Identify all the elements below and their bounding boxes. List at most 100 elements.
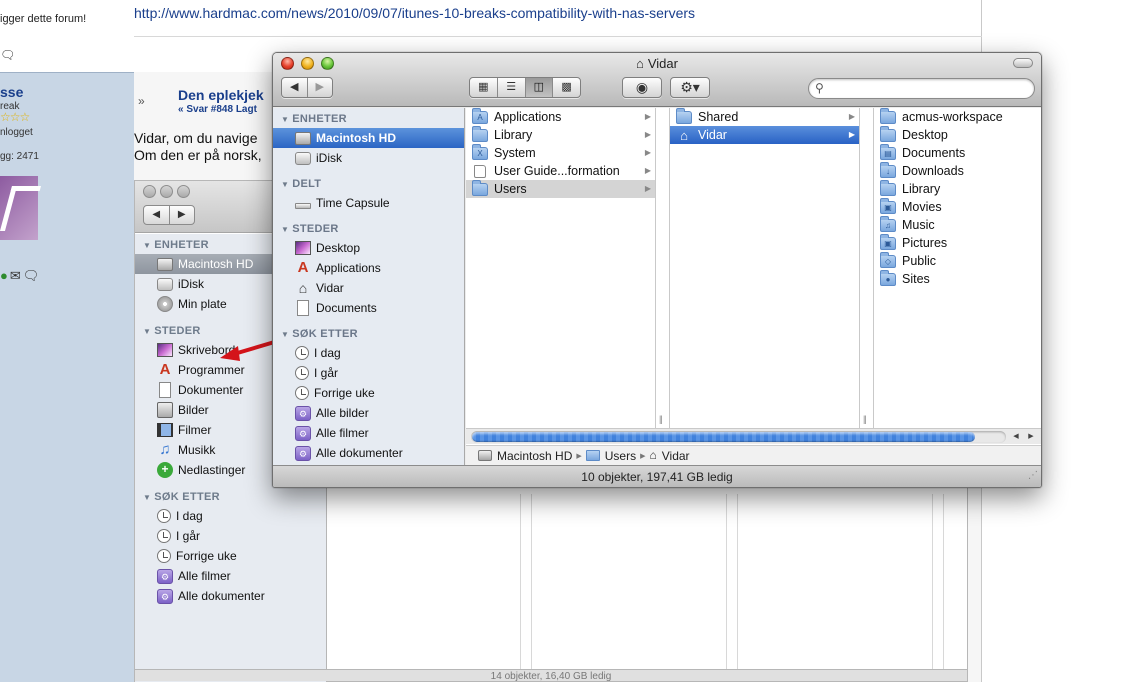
pictures-icon: [157, 402, 173, 418]
path-item-macintosh-hd[interactable]: Macintosh HD: [478, 449, 572, 463]
sidebar-item-time-capsule[interactable]: Time Capsule: [273, 193, 464, 213]
coverflow-view-button[interactable]: ▩: [552, 78, 580, 97]
list-item-documents[interactable]: ▤ Documents: [874, 143, 1041, 162]
clock-icon: [295, 366, 309, 380]
home-icon: ⌂: [649, 448, 657, 462]
icon-view-button[interactable]: ▦: [470, 78, 497, 97]
list-item-downloads[interactable]: ↓ Downloads: [874, 161, 1041, 180]
forum-post-body: Vidar, om du navige Om den er på norsk,: [134, 130, 262, 164]
finder-toolbar: ⌂ Vidar ◀ ▶ ▦ ☰ ◫ ▩ ◉ ⚙▾ ⚲: [273, 53, 1041, 107]
list-item-sites[interactable]: ● Sites: [874, 269, 1041, 288]
sidebar-item-desktop[interactable]: Desktop: [273, 238, 464, 258]
disclosure-arrow-icon: ▶: [848, 112, 855, 121]
forum-user-panel: [0, 72, 134, 682]
mail-icon[interactable]: ✉: [10, 268, 23, 283]
scroll-right-button[interactable]: ▶: [1024, 431, 1038, 443]
sidebar-item-i-gar: I går: [135, 526, 326, 546]
list-item-music[interactable]: ♫ Music: [874, 215, 1041, 234]
sidebar-item-forrige-uke[interactable]: Forrige uke: [273, 383, 464, 403]
sidebar-item-vidar[interactable]: ⌂ Vidar: [273, 278, 464, 298]
list-item-pictures[interactable]: ▣ Pictures: [874, 233, 1041, 252]
scroll-thumb[interactable]: [472, 432, 975, 442]
list-item-desktop[interactable]: Desktop: [874, 125, 1041, 144]
list-item-vidar[interactable]: ⌂ Vidar ▶: [670, 126, 859, 144]
folder-icon: [676, 107, 692, 124]
sidebar-item-alle-bilder[interactable]: ⚙ Alle bilder: [273, 403, 464, 423]
globe-icon[interactable]: ●: [0, 268, 10, 283]
speech-bubble-icon[interactable]: 🗨: [23, 268, 42, 283]
search-input[interactable]: [831, 81, 1026, 97]
sidebar-item-alle-dokumenter[interactable]: ⚙ Alle dokumenter: [273, 443, 464, 463]
clock-icon: [157, 509, 171, 523]
list-item-user-guide[interactable]: User Guide...formation ▶: [466, 162, 655, 180]
scroll-left-button[interactable]: ◀: [1009, 431, 1023, 443]
rank-stars-icon: ☆☆☆: [0, 110, 30, 124]
back-arrow-icon: ◀: [144, 206, 170, 224]
action-menu-button[interactable]: ⚙▾: [670, 77, 710, 98]
forum-contact-icons[interactable]: ●✉🗨: [0, 268, 41, 284]
hard-drive-icon: [157, 257, 173, 271]
forum-divider: [134, 36, 982, 37]
list-item-library[interactable]: Library ▶: [466, 125, 655, 144]
column-view-button[interactable]: ◫: [524, 78, 553, 97]
scroll-track[interactable]: [471, 431, 1006, 443]
list-item-acmus-workspace[interactable]: acmus-workspace: [874, 107, 1041, 126]
list-item-public[interactable]: ◇ Public: [874, 251, 1041, 270]
sidebar-item-idisk[interactable]: iDisk: [273, 148, 464, 168]
path-item-vidar[interactable]: ⌂ Vidar: [649, 449, 689, 463]
embedded-window-buttons: [143, 185, 194, 201]
list-item-users[interactable]: Users ▶: [466, 179, 655, 198]
status-text: 10 objekter, 197,41 GB ledig: [581, 470, 733, 484]
clock-icon: [157, 549, 171, 563]
horizontal-scrollbar[interactable]: ◀ ▶: [466, 428, 1041, 444]
sidebar-item-i-gar[interactable]: I går: [273, 363, 464, 383]
sidebar-item-alle-filmer: ⚙ Alle filmer: [135, 566, 326, 586]
resize-grip-icon[interactable]: ⋰: [1028, 464, 1038, 487]
sidebar-item-alle-filmer[interactable]: ⚙ Alle filmer: [273, 423, 464, 443]
sidebar-item-macintosh-hd[interactable]: Macintosh HD: [273, 128, 464, 148]
smart-folder-icon: ⚙: [295, 445, 311, 461]
list-item-applications[interactable]: A Applications ▶: [466, 107, 655, 126]
list-item-movies[interactable]: ▣ Movies: [874, 197, 1041, 216]
browser-column-users: Shared ▶ ⌂ Vidar ▶: [670, 107, 860, 428]
desktop-icon: [295, 241, 311, 255]
sidebar-item-i-dag[interactable]: I dag: [273, 343, 464, 363]
forum-post-line: Om den er på norsk,: [134, 147, 262, 163]
finder-sidebar: ▼ ENHETER Macintosh HD iDisk ▼ DELT Time C…: [273, 108, 465, 465]
folder-icon: A: [472, 107, 488, 124]
sidebar-item-applications[interactable]: A Applications: [273, 258, 464, 278]
post-arrow-icon: »: [138, 94, 145, 108]
forum-username[interactable]: sse: [0, 84, 23, 100]
forum-post-title[interactable]: Den eplekjek: [178, 87, 264, 103]
disclosure-arrow-icon: ▶: [644, 184, 651, 193]
window-title: ⌂ Vidar: [636, 56, 678, 71]
forum-news-link[interactable]: http://www.hardmac.com/news/2010/09/07/i…: [134, 5, 695, 21]
clock-icon: [295, 386, 309, 400]
browser-column-root: A Applications ▶ Library ▶ X System ▶ User Gu…: [466, 107, 656, 428]
folder-icon: ↓: [880, 161, 896, 178]
applications-icon: A: [159, 361, 171, 378]
search-field[interactable]: ⚲: [808, 78, 1035, 99]
list-item-shared[interactable]: Shared ▶: [670, 107, 859, 126]
list-view-button[interactable]: ☰: [496, 78, 525, 97]
sidebar-item-documents[interactable]: Documents: [273, 298, 464, 318]
hard-drive-icon: [478, 450, 492, 461]
back-button[interactable]: ◀: [282, 78, 307, 97]
path-item-users[interactable]: Users: [585, 449, 636, 463]
clock-icon: [157, 529, 171, 543]
desktop-icon: [157, 343, 173, 357]
browser-column-vidar: acmus-workspace Desktop ▤ Documents ↓ Down…: [874, 107, 1041, 428]
folder-icon: ♫: [880, 215, 896, 232]
column-resize-handle[interactable]: ||: [860, 108, 874, 428]
embedded-finder-status: 14 objekter, 16,40 GB ledig: [135, 669, 967, 681]
column-resize-handle[interactable]: ||: [656, 108, 670, 428]
folder-icon: ▤: [880, 143, 896, 160]
toolbar-toggle-button[interactable]: [1013, 58, 1033, 68]
list-item-system[interactable]: X System ▶: [466, 143, 655, 162]
smart-folder-icon: ⚙: [157, 588, 173, 604]
idisk-icon: [157, 277, 173, 291]
quick-look-button[interactable]: ◉: [622, 77, 662, 98]
speech-bubble-icon[interactable]: 🗨: [0, 48, 15, 62]
list-item-library[interactable]: Library: [874, 179, 1041, 198]
forward-button[interactable]: ▶: [306, 78, 333, 97]
